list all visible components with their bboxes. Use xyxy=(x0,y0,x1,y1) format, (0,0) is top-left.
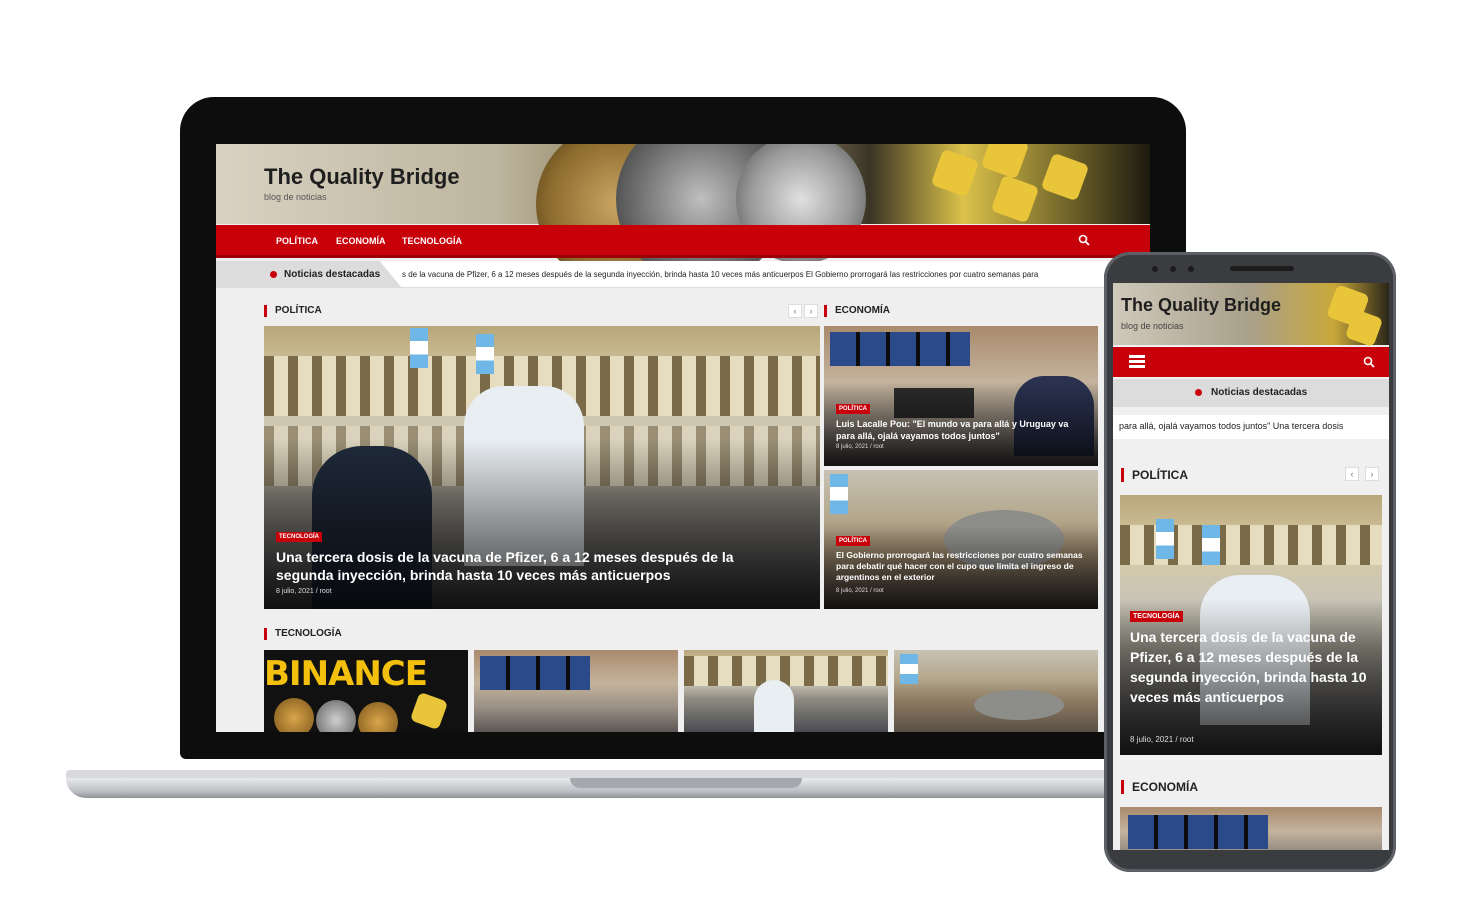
section-title-economia: ECONOMÍA xyxy=(824,305,890,317)
laptop-notch xyxy=(570,778,802,788)
article-title[interactable]: Una tercera dosis de la vacuna de Pfizer… xyxy=(1130,627,1380,707)
banner-image xyxy=(410,328,428,368)
mobile-nav xyxy=(1113,347,1389,377)
section-title-politica: POLÍTICA xyxy=(264,305,322,317)
device-mockup: The Quality Bridge blog de noticias Polí… xyxy=(0,0,1460,915)
carousel-prev-button[interactable]: ‹ xyxy=(788,304,802,318)
ticker-label-box: Noticias destacadas xyxy=(216,261,402,288)
ticker-headlines[interactable]: s de la vacuna de Pfizer, 6 a 12 meses d… xyxy=(402,270,1092,279)
side-article-card[interactable]: POLÍTICA El Gobierno prorrogará las rest… xyxy=(824,470,1098,609)
tech-thumb-card[interactable] xyxy=(474,650,678,732)
main-nav: Política Economía Tecnología xyxy=(216,225,1150,258)
category-badge[interactable]: TECNOLOGÍA xyxy=(276,532,322,542)
side-article-card[interactable]: POLÍTICA Luis Lacalle Pou: "El mundo va … xyxy=(824,326,1098,466)
article-title[interactable]: Una tercera dosis de la vacuna de Pfizer… xyxy=(276,548,776,584)
phone-sensor xyxy=(1188,266,1194,272)
binance-logo-tile xyxy=(980,144,1030,180)
banner-image xyxy=(476,334,494,374)
hamburger-menu-icon[interactable] xyxy=(1129,355,1145,369)
laptop-screen: The Quality Bridge blog de noticias Polí… xyxy=(216,144,1150,732)
category-badge[interactable]: POLÍTICA xyxy=(836,404,870,414)
article-meta: 8 julio, 2021 / root xyxy=(836,444,884,450)
site-tagline: blog de noticias xyxy=(264,192,327,202)
binance-logo-tile xyxy=(990,174,1040,224)
crypto-coin-image xyxy=(358,702,398,732)
featured-news-bar: Noticias destacadas xyxy=(1113,379,1389,407)
binance-logo: BINANCE xyxy=(264,654,428,694)
nav-item-economia[interactable]: Economía xyxy=(336,236,386,246)
ticker-headlines[interactable]: para allá, ojalá vayamos todos juntos" U… xyxy=(1113,415,1389,439)
article-meta: 8 julio, 2021 / root xyxy=(276,588,332,595)
featured-article-card[interactable]: TECNOLOGÍA Una tercera dosis de la vacun… xyxy=(264,326,820,609)
crypto-coin-image xyxy=(274,698,314,732)
ticker-label: Noticias destacadas xyxy=(284,269,381,280)
tech-thumb-card[interactable] xyxy=(684,650,888,732)
side-article-card[interactable] xyxy=(1120,807,1382,850)
site-header-banner: The Quality Bridge blog de noticias xyxy=(216,144,1150,284)
nav-item-tecnologia[interactable]: Tecnología xyxy=(402,236,462,246)
section-title-economia: ECONOMÍA xyxy=(1121,780,1198,794)
article-title[interactable]: Luis Lacalle Pou: "El mundo va para allá… xyxy=(836,418,1076,442)
section-title-politica: POLÍTICA xyxy=(1121,468,1188,482)
live-dot-icon xyxy=(270,271,277,278)
featured-label: Noticias destacadas xyxy=(1211,387,1308,398)
binance-logo-tile xyxy=(1040,152,1090,202)
carousel-next-button[interactable]: › xyxy=(1365,467,1379,481)
binance-logo-tile xyxy=(409,691,449,731)
phone-speaker xyxy=(1230,266,1294,271)
article-meta: 8 julio, 2021 / root xyxy=(1130,735,1194,744)
phone-sensor xyxy=(1170,266,1176,272)
category-badge[interactable]: TECNOLOGÍA xyxy=(1130,611,1183,622)
phone-screen: The Quality Bridge blog de noticias Noti… xyxy=(1113,283,1389,850)
video-screens-image xyxy=(830,332,970,366)
site-tagline: blog de noticias xyxy=(1121,321,1184,331)
featured-article-card[interactable]: TECNOLOGÍA Una tercera dosis de la vacun… xyxy=(1120,495,1382,755)
carousel-next-button[interactable]: › xyxy=(804,304,818,318)
crypto-coin-image xyxy=(316,700,356,732)
section-title-tecnologia: TECNOLOGÍA xyxy=(264,628,342,640)
live-dot-icon xyxy=(1195,389,1202,396)
article-title[interactable]: El Gobierno prorrogará las restricciones… xyxy=(836,550,1091,583)
nav-item-politica[interactable]: Política xyxy=(276,236,318,246)
search-icon[interactable] xyxy=(1363,356,1375,368)
tech-thumb-card[interactable]: BINANCE xyxy=(264,650,468,732)
site-title[interactable]: The Quality Bridge xyxy=(1121,295,1281,316)
site-header-banner: The Quality Bridge blog de noticias xyxy=(1113,283,1389,348)
flag-image xyxy=(830,474,848,514)
article-meta: 8 julio, 2021 / root xyxy=(836,588,884,594)
tech-thumb-card[interactable] xyxy=(894,650,1098,732)
carousel-prev-button[interactable]: ‹ xyxy=(1345,467,1359,481)
news-ticker: Noticias destacadas s de la vacuna de Pf… xyxy=(216,261,1150,288)
search-icon[interactable] xyxy=(1078,234,1090,246)
binance-logo-tile xyxy=(930,148,980,198)
site-title[interactable]: The Quality Bridge xyxy=(264,164,460,190)
phone-camera xyxy=(1152,266,1158,272)
category-badge[interactable]: POLÍTICA xyxy=(836,536,870,546)
